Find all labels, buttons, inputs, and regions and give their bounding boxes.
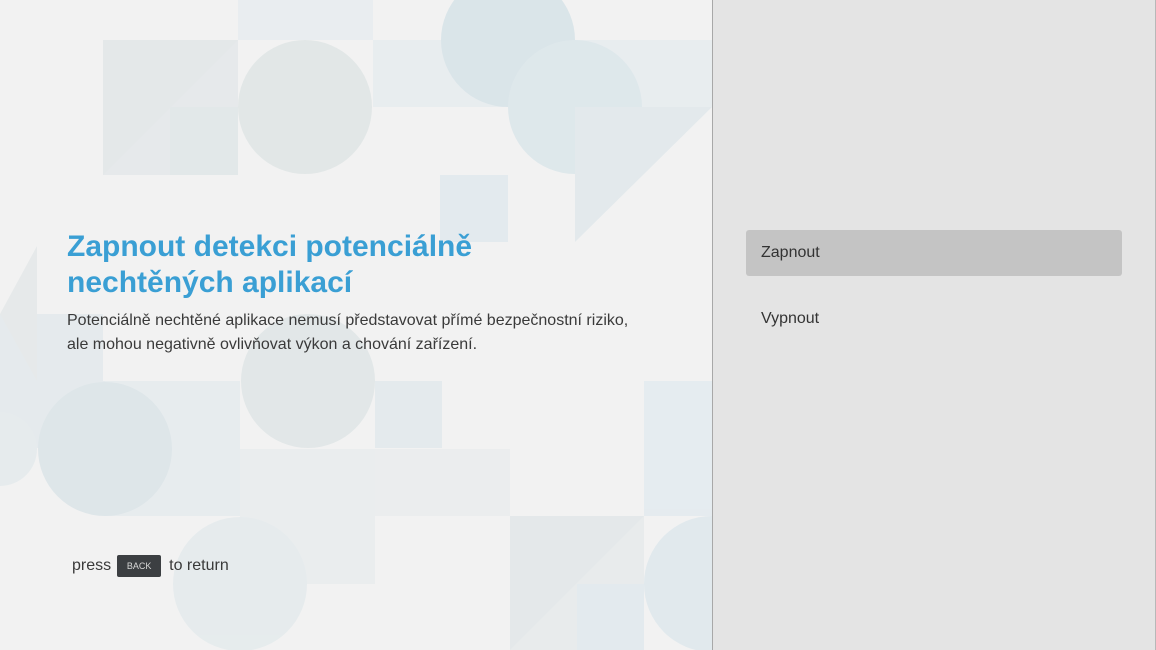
back-hint-suffix: to return xyxy=(169,557,229,574)
option-zapnout[interactable]: Zapnout xyxy=(746,230,1122,276)
options-pane: Zapnout Vypnout xyxy=(713,0,1155,650)
option-label: Vypnout xyxy=(761,310,820,327)
dialog-title: Zapnout detekci potenciálně nechtěných a… xyxy=(67,230,473,299)
screen: Zapnout detekci potenciálně nechtěných a… xyxy=(0,0,1156,650)
option-label: Zapnout xyxy=(761,244,820,261)
option-vypnout[interactable]: Vypnout xyxy=(746,296,1122,342)
back-hint: press BACK to return xyxy=(72,554,229,578)
dialog-description: Potenciálně nechtěné aplikace nemusí pře… xyxy=(67,312,629,353)
back-hint-prefix: press xyxy=(72,557,112,574)
info-pane: Zapnout detekci potenciálně nechtěných a… xyxy=(0,0,712,650)
back-key-icon[interactable]: BACK xyxy=(117,555,162,577)
